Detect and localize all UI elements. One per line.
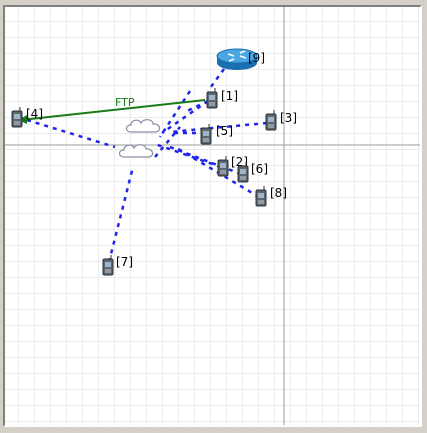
node-label-9: [9] — [248, 51, 265, 65]
node-label-6: [6] — [251, 162, 268, 176]
topology-svg: FTP [9] [1] [4] [3] [5] [2] [6] [8] [7] — [5, 7, 420, 425]
ftp-label: FTP — [115, 96, 135, 109]
node-label-1: [1] — [221, 89, 238, 103]
node-label-7: [7] — [116, 255, 133, 269]
node-label-4: [4] — [26, 107, 43, 121]
network-canvas[interactable]: FTP [9] [1] [4] [3] [5] [2] [6] [8] [7] — [3, 5, 422, 427]
grid — [5, 7, 420, 425]
window-frame: FTP [9] [1] [4] [3] [5] [2] [6] [8] [7] — [0, 0, 427, 433]
node-label-5: [5] — [216, 124, 233, 138]
node-label-8: [8] — [270, 186, 287, 200]
node-label-3: [3] — [280, 111, 297, 125]
